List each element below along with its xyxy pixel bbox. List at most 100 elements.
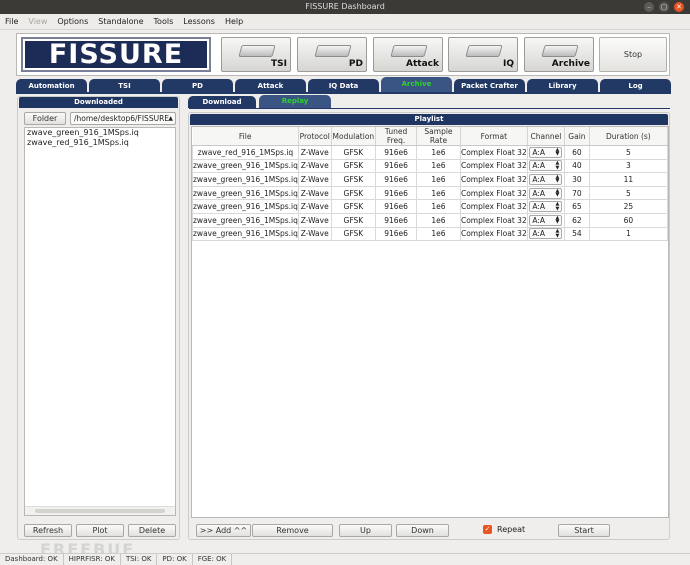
attack-button[interactable]: Attack: [373, 37, 443, 72]
channel-spinbox[interactable]: A:A ▲ ▼: [529, 187, 563, 199]
cell-channel[interactable]: A:A ▲ ▼: [526, 172, 566, 187]
cell-tuned-freq[interactable]: 916e6: [375, 172, 417, 187]
col-modulation[interactable]: Modulation: [331, 127, 377, 146]
cell-channel[interactable]: A:A ▲ ▼: [526, 145, 566, 160]
table-row[interactable]: zwave_green_916_1MSps.iq Z-Wave GFSK 916e6 1…: [192, 172, 669, 187]
cell-sample-rate[interactable]: 1e6: [415, 212, 461, 228]
cell-channel[interactable]: A:A ▲ ▼: [526, 158, 566, 174]
table-row[interactable]: zwave_red_916_1MSps.iq Z-Wave GFSK 916e6 1e6…: [192, 145, 669, 160]
start-button[interactable]: Start: [558, 524, 610, 537]
cell-modulation[interactable]: GFSK: [330, 145, 377, 160]
cell-channel[interactable]: A:A ▲ ▼: [526, 226, 566, 242]
refresh-button[interactable]: Refresh: [24, 524, 72, 537]
cell-duration[interactable]: 11: [588, 172, 669, 187]
cell-protocol[interactable]: Z-Wave: [297, 185, 332, 201]
cell-sample-rate[interactable]: 1e6: [415, 185, 461, 201]
menu-tools[interactable]: Tools: [149, 14, 179, 29]
channel-spinbox[interactable]: A:A ▲ ▼: [529, 214, 563, 226]
cell-duration[interactable]: 3: [588, 158, 669, 174]
stop-button[interactable]: Stop: [599, 37, 667, 72]
cell-protocol[interactable]: Z-Wave: [297, 212, 332, 228]
cell-sample-rate[interactable]: 1e6: [415, 199, 461, 214]
cell-duration[interactable]: 1: [588, 226, 669, 242]
cell-protocol[interactable]: Z-Wave: [297, 172, 332, 187]
spin-arrows-icon[interactable]: ▲ ▼: [556, 215, 560, 225]
cell-file[interactable]: zwave_green_916_1MSps.iq: [192, 199, 299, 214]
table-row[interactable]: zwave_green_916_1MSps.iq Z-Wave GFSK 916e6 1…: [192, 185, 669, 201]
cell-modulation[interactable]: GFSK: [330, 199, 377, 214]
cell-format[interactable]: Complex Float 32: [459, 199, 528, 214]
col-gain[interactable]: Gain: [564, 127, 590, 146]
cell-modulation[interactable]: GFSK: [330, 158, 377, 174]
channel-spinbox[interactable]: A:A ▲ ▼: [529, 160, 563, 172]
menu-help[interactable]: Help: [220, 14, 248, 29]
tab-library[interactable]: Library: [527, 79, 598, 93]
folder-path-select[interactable]: /home/desktop6/FISSURE▲▼: [70, 112, 176, 125]
cell-format[interactable]: Complex Float 32: [459, 212, 528, 228]
cell-format[interactable]: Complex Float 32: [459, 158, 528, 174]
add-button[interactable]: >> Add ^^: [196, 524, 251, 537]
tab-log[interactable]: Log: [600, 79, 671, 93]
cell-channel[interactable]: A:A ▲ ▼: [526, 185, 566, 201]
repeat-checkbox[interactable]: ✓ Repeat: [483, 525, 525, 534]
cell-duration[interactable]: 25: [588, 199, 669, 214]
menu-options[interactable]: Options: [52, 14, 93, 29]
cell-gain[interactable]: 62: [564, 212, 590, 228]
cell-protocol[interactable]: Z-Wave: [297, 158, 332, 174]
menu-lessons[interactable]: Lessons: [178, 14, 220, 29]
file-list[interactable]: zwave_green_916_1MSps.iq zwave_red_916_1…: [24, 127, 176, 516]
table-row[interactable]: zwave_green_916_1MSps.iq Z-Wave GFSK 916e6 1…: [192, 199, 669, 214]
col-duration[interactable]: Duration (s): [589, 127, 669, 146]
up-button[interactable]: Up: [339, 524, 392, 537]
delete-button[interactable]: Delete: [128, 524, 176, 537]
folder-button[interactable]: Folder: [24, 112, 66, 125]
spin-arrows-icon[interactable]: ▲ ▼: [556, 161, 560, 171]
subtab-download[interactable]: Download: [188, 96, 256, 108]
cell-tuned-freq[interactable]: 916e6: [375, 199, 417, 214]
cell-sample-rate[interactable]: 1e6: [415, 226, 461, 242]
tab-iq-data[interactable]: IQ Data: [308, 79, 379, 93]
cell-file[interactable]: zwave_green_916_1MSps.iq: [192, 158, 299, 174]
spin-arrows-icon[interactable]: ▲ ▼: [556, 174, 560, 184]
table-row[interactable]: zwave_green_916_1MSps.iq Z-Wave GFSK 916e6 1…: [192, 226, 669, 242]
channel-spinbox[interactable]: A:A ▲ ▼: [529, 228, 563, 240]
col-format[interactable]: Format: [460, 127, 528, 146]
cell-duration[interactable]: 60: [588, 212, 669, 228]
tab-tsi[interactable]: TSI: [89, 79, 160, 93]
cell-format[interactable]: Complex Float 32: [459, 145, 528, 160]
cell-modulation[interactable]: GFSK: [330, 212, 377, 228]
archive-button[interactable]: Archive: [524, 37, 594, 72]
tab-pd[interactable]: PD: [162, 79, 233, 93]
cell-gain[interactable]: 70: [564, 185, 590, 201]
cell-tuned-freq[interactable]: 916e6: [375, 226, 417, 242]
cell-gain[interactable]: 30: [564, 172, 590, 187]
col-tuned-freq[interactable]: Tuned Freq.: [375, 127, 417, 146]
col-protocol[interactable]: Protocol: [298, 127, 332, 146]
cell-format[interactable]: Complex Float 32: [459, 172, 528, 187]
channel-spinbox[interactable]: A:A ▲ ▼: [529, 173, 563, 185]
cell-modulation[interactable]: GFSK: [330, 226, 377, 242]
iq-button[interactable]: IQ: [448, 37, 518, 72]
cell-protocol[interactable]: Z-Wave: [297, 226, 332, 242]
channel-spinbox[interactable]: A:A ▲ ▼: [529, 146, 563, 158]
col-channel[interactable]: Channel: [527, 127, 566, 146]
cell-sample-rate[interactable]: 1e6: [415, 145, 461, 160]
cell-tuned-freq[interactable]: 916e6: [375, 185, 417, 201]
menu-view[interactable]: View: [23, 14, 52, 29]
down-button[interactable]: Down: [396, 524, 449, 537]
spin-arrows-icon[interactable]: ▲ ▼: [556, 147, 560, 157]
list-item[interactable]: zwave_red_916_1MSps.iq: [25, 138, 175, 148]
tab-attack[interactable]: Attack: [235, 79, 306, 93]
cell-file[interactable]: zwave_green_916_1MSps.iq: [192, 172, 299, 187]
cell-format[interactable]: Complex Float 32: [459, 185, 528, 201]
channel-spinbox[interactable]: A:A ▲ ▼: [529, 201, 563, 213]
horizontal-scrollbar[interactable]: [25, 506, 175, 515]
maximize-icon[interactable]: ▢: [659, 2, 669, 12]
col-file[interactable]: File: [192, 127, 299, 146]
plot-button[interactable]: Plot: [76, 524, 124, 537]
cell-file[interactable]: zwave_green_916_1MSps.iq: [192, 226, 299, 242]
cell-format[interactable]: Complex Float 32: [459, 226, 528, 242]
menu-file[interactable]: File: [0, 14, 23, 29]
spin-arrows-icon[interactable]: ▲ ▼: [556, 188, 560, 198]
cell-modulation[interactable]: GFSK: [330, 185, 377, 201]
